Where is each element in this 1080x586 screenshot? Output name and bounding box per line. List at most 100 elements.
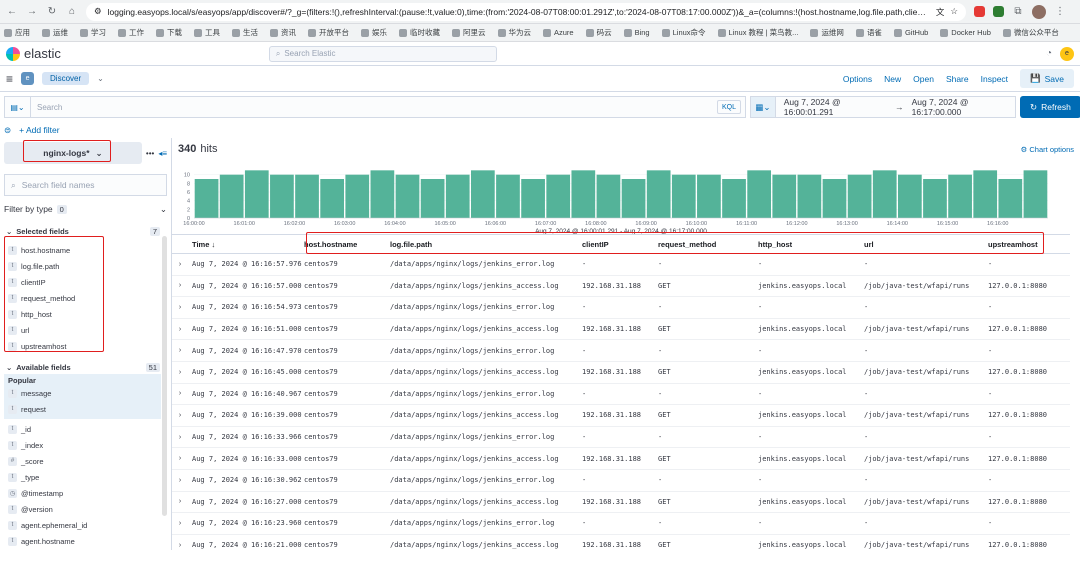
date-picker[interactable]: ▦⌄ Aug 7, 2024 @ 16:00:01.291 → Aug 7, 2… xyxy=(750,96,1016,118)
hamburger-menu-icon[interactable]: ≡ xyxy=(6,72,13,86)
histogram-bar[interactable] xyxy=(973,170,998,218)
histogram-bar[interactable] xyxy=(747,170,772,218)
bookmark-item[interactable]: 生活 xyxy=(232,27,258,38)
histogram-bar[interactable] xyxy=(244,170,269,218)
expand-row-icon[interactable]: › xyxy=(172,390,188,397)
space-badge[interactable]: e xyxy=(21,72,35,85)
field-item[interactable]: tagent.id xyxy=(8,549,171,550)
bookmark-item[interactable]: 临时收藏 xyxy=(399,27,440,38)
column-header[interactable]: Time ↓ xyxy=(188,240,304,249)
expand-row-icon[interactable]: › xyxy=(172,261,188,268)
date-to[interactable]: Aug 7, 2024 @ 16:17:00.000 xyxy=(912,97,1015,117)
histogram-bar[interactable] xyxy=(420,179,445,218)
expand-row-icon[interactable]: › xyxy=(172,498,188,505)
column-header[interactable]: request_method xyxy=(658,240,758,249)
menu-open[interactable]: Open xyxy=(913,74,934,84)
column-header[interactable]: clientIP xyxy=(582,240,658,249)
histogram-bar[interactable] xyxy=(571,170,596,218)
elastic-logo[interactable]: elastic xyxy=(6,46,61,61)
table-row[interactable]: › Aug 7, 2024 @ 16:16:30.962 centos79/data… xyxy=(172,470,1070,492)
back-icon[interactable]: ← xyxy=(6,6,18,18)
field-item[interactable]: t clientIP xyxy=(8,274,171,290)
bookmark-item[interactable]: 运维 xyxy=(42,27,68,38)
extensions-icon[interactable]: ⧉ xyxy=(1012,6,1024,18)
field-item[interactable]: t _index xyxy=(8,437,171,453)
field-item[interactable]: t upstreamhost xyxy=(8,338,171,354)
expand-row-icon[interactable]: › xyxy=(172,304,188,311)
bookmark-star-icon[interactable]: ☆ xyxy=(950,6,958,17)
histogram-bar[interactable] xyxy=(270,174,294,218)
breadcrumb-discover[interactable]: Discover xyxy=(42,72,90,85)
bookmark-item[interactable]: 工作 xyxy=(118,27,144,38)
histogram-bar[interactable] xyxy=(797,174,822,218)
table-row[interactable]: › Aug 7, 2024 @ 16:16:39.000 centos79/data… xyxy=(172,405,1070,427)
expand-row-icon[interactable]: › xyxy=(172,347,188,354)
menu-new[interactable]: New xyxy=(884,74,901,84)
kql-toggle[interactable]: KQL xyxy=(716,100,741,114)
date-from[interactable]: Aug 7, 2024 @ 16:00:01.291 xyxy=(784,97,887,117)
histogram-bar[interactable] xyxy=(320,179,345,218)
selected-fields-header[interactable]: ⌄ Selected fields 7 xyxy=(0,224,166,238)
save-button[interactable]: 💾 Save xyxy=(1020,69,1074,88)
table-row[interactable]: › Aug 7, 2024 @ 16:16:27.000 centos79/data… xyxy=(172,492,1070,514)
filter-by-type[interactable]: Filter by type 0 ⌄ xyxy=(4,200,167,218)
index-pattern-selector[interactable]: nginx-logs* ⌄ xyxy=(4,142,142,164)
bookmark-item[interactable]: 语雀 xyxy=(855,27,882,38)
sidebar-scrollbar[interactable] xyxy=(162,236,167,516)
histogram-bar[interactable] xyxy=(596,174,621,218)
extension-abp-icon[interactable] xyxy=(974,6,985,17)
bookmark-item[interactable]: GitHub xyxy=(893,28,928,37)
bookmark-item[interactable]: 开放平台 xyxy=(308,27,349,38)
expand-row-icon[interactable]: › xyxy=(172,369,188,376)
profile-avatar-icon[interactable] xyxy=(1032,4,1046,19)
bookmark-item[interactable]: Azure xyxy=(543,28,574,37)
field-item[interactable]: t log.file.path xyxy=(8,258,171,274)
extension-a-icon[interactable] xyxy=(993,6,1004,17)
field-item[interactable]: t message xyxy=(8,385,161,401)
menu-share[interactable]: Share xyxy=(946,74,969,84)
table-row[interactable]: › Aug 7, 2024 @ 16:16:21.000 centos79/data… xyxy=(172,535,1070,550)
available-fields-header[interactable]: ⌄ Available fields 51 xyxy=(0,360,166,374)
filter-icon[interactable]: ⊜ xyxy=(4,125,11,136)
bookmark-item[interactable]: 运维网 xyxy=(810,27,844,38)
field-item[interactable]: t host.hostname xyxy=(8,242,171,258)
table-row[interactable]: › Aug 7, 2024 @ 16:16:57.976 centos79/data… xyxy=(172,254,1070,276)
column-header[interactable]: http_host xyxy=(758,240,864,249)
address-bar[interactable]: ⚙ logging.easyops.local/s/easyops/app/di… xyxy=(86,2,966,21)
histogram-bar[interactable] xyxy=(395,174,420,218)
field-item[interactable]: t agent.ephemeral_id xyxy=(8,517,171,533)
expand-row-icon[interactable]: › xyxy=(172,282,188,289)
histogram-bar[interactable] xyxy=(194,179,219,218)
histogram-bar[interactable] xyxy=(671,174,696,218)
column-header[interactable]: upstreamhost xyxy=(988,240,1070,249)
expand-row-icon[interactable]: › xyxy=(172,477,188,484)
field-item[interactable]: t request xyxy=(8,401,161,417)
site-info-icon[interactable]: ⚙ xyxy=(94,6,102,17)
field-search-input[interactable]: ⌕ Search field names xyxy=(4,174,167,196)
expand-row-icon[interactable]: › xyxy=(172,412,188,419)
bookmark-item[interactable]: 娱乐 xyxy=(361,27,387,38)
histogram-bar[interactable] xyxy=(948,174,972,218)
calendar-icon[interactable]: ▦⌄ xyxy=(751,97,776,117)
histogram-bar[interactable] xyxy=(219,174,244,218)
global-search-input[interactable]: ⌕ Search Elastic xyxy=(268,45,497,62)
histogram-bar[interactable] xyxy=(621,179,646,218)
menu-inspect[interactable]: Inspect xyxy=(981,74,1008,84)
table-row[interactable]: › Aug 7, 2024 @ 16:16:57.000 centos79/data… xyxy=(172,276,1070,298)
forward-icon[interactable]: → xyxy=(26,6,38,18)
help-icon[interactable]: ◔ xyxy=(1046,48,1052,59)
saved-query-icon[interactable]: ▤⌄ xyxy=(5,97,31,117)
histogram-bar[interactable] xyxy=(697,174,721,218)
table-row[interactable]: › Aug 7, 2024 @ 16:16:54.973 centos79/data… xyxy=(172,297,1070,319)
bookmark-item[interactable]: Docker Hub xyxy=(940,28,991,37)
table-row[interactable]: › Aug 7, 2024 @ 16:16:47.970 centos79/data… xyxy=(172,340,1070,362)
field-item[interactable]: t http_host xyxy=(8,306,171,322)
histogram-bar[interactable] xyxy=(722,179,746,218)
more-options-icon[interactable]: ••• xyxy=(146,149,154,158)
table-row[interactable]: › Aug 7, 2024 @ 16:16:33.966 centos79/data… xyxy=(172,427,1070,449)
histogram-bar[interactable] xyxy=(445,174,470,218)
histogram-chart[interactable]: 024681016:00:00 16:01:00 16:02:00 16:03:00 1… xyxy=(172,160,1070,235)
field-item[interactable]: t @version xyxy=(8,501,171,517)
bookmark-item[interactable]: 工具 xyxy=(194,27,220,38)
refresh-button[interactable]: ↻ Refresh xyxy=(1020,96,1080,118)
